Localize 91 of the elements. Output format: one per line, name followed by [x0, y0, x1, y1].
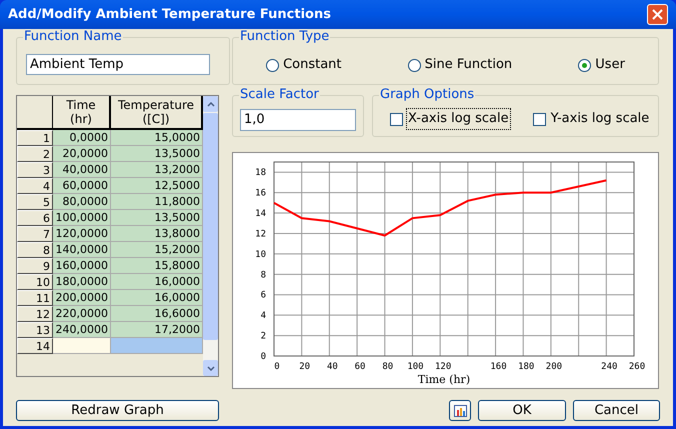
row-header: 4: [17, 178, 53, 194]
x-tick-label: 180: [518, 362, 534, 372]
scroll-up-button[interactable]: [203, 96, 218, 112]
table-cell: 100,0000: [53, 210, 111, 226]
row-header: 11: [17, 290, 53, 306]
row-header: 2: [17, 146, 53, 162]
x-tick-label: 0: [274, 362, 280, 372]
table-cell: 80,0000: [53, 194, 111, 210]
scroll-down-button[interactable]: [203, 360, 218, 376]
y-tick-label: 6: [260, 290, 266, 301]
row-header: 8: [17, 242, 53, 258]
row-header: 14: [17, 338, 53, 354]
row-header: 1: [17, 130, 53, 146]
scroll-thumb[interactable]: [203, 113, 218, 340]
row-header: 5: [17, 194, 53, 210]
radio-option[interactable]: User: [578, 55, 625, 75]
y-tick-label: 14: [255, 209, 266, 220]
table-cell: 13,5000: [111, 210, 203, 226]
bar-chart-icon: [454, 404, 466, 416]
table-cell: 180,0000: [53, 274, 111, 290]
y-tick-label: 4: [260, 311, 266, 322]
row-header: 7: [17, 226, 53, 242]
table-cell: 16,0000: [111, 274, 203, 290]
x-tick-label: 40: [326, 362, 338, 372]
table-cell: 13,8000: [111, 226, 203, 242]
y-tick-label: 18: [255, 168, 266, 178]
radio-button[interactable]: [266, 58, 280, 72]
table-cell: 16,0000: [111, 290, 203, 306]
scrollbar[interactable]: [203, 96, 218, 376]
y-tick-label: 2: [260, 332, 266, 342]
x-tick-label: 60: [354, 362, 366, 372]
row-header: 9: [17, 258, 53, 274]
x-tick-label: 160: [490, 362, 507, 372]
x-tick-label: 20: [299, 362, 310, 372]
table-cell: 0,0000: [53, 130, 111, 146]
checkbox[interactable]: [390, 112, 403, 126]
x-tick-label: 100: [407, 362, 424, 372]
table-cell: 15,2000: [111, 242, 203, 258]
down-caret-icon: [206, 366, 214, 370]
y-tick-label: 8: [260, 270, 266, 280]
y-tick-label: 10: [255, 250, 266, 260]
x-tick-label: 200: [546, 362, 562, 372]
table-cell: 160,0000: [53, 258, 111, 274]
window-title: Add/Modify Ambient Temperature Functions: [8, 6, 331, 24]
column-header: Time (hr): [53, 96, 111, 128]
table-cell: 60,0000: [53, 178, 111, 194]
table-cell: 13,5000: [111, 146, 203, 162]
x-tick-label: 240: [601, 362, 618, 372]
table-cell: 140,0000: [53, 242, 111, 258]
radio-button[interactable]: [408, 58, 421, 72]
group-label: Graph Options: [379, 87, 476, 103]
ok-button[interactable]: OK: [478, 400, 566, 421]
table-cell: 240,0000: [53, 322, 111, 338]
close-icon: [652, 9, 663, 20]
x-tick-label: 260: [628, 362, 646, 372]
redraw-graph-button[interactable]: Redraw Graph: [16, 400, 219, 421]
table-cell: 15,8000: [111, 258, 203, 274]
chart-button[interactable]: [449, 400, 471, 421]
row-header: 12: [17, 306, 53, 322]
y-tick-label: 12: [255, 229, 266, 240]
x-axis-title: Time (hr): [418, 373, 470, 386]
function-name-field[interactable]: Ambient Temp: [26, 54, 210, 75]
radio-option[interactable]: Sine Function: [408, 55, 512, 75]
y-tick-label: 0: [260, 352, 266, 362]
table-cell: 17,2000: [111, 322, 203, 338]
radio-button[interactable]: [578, 58, 592, 72]
x-tick-label: 120: [435, 362, 452, 372]
row-header: 10: [17, 274, 53, 290]
table-cell: 20,0000: [53, 146, 111, 162]
row-header: 3: [17, 162, 53, 178]
cancel-button[interactable]: Cancel: [573, 400, 660, 421]
table-cell: 15,0000: [111, 130, 203, 146]
checkbox[interactable]: [532, 112, 546, 126]
group-label: Function Type: [239, 29, 330, 45]
up-caret-icon: [206, 102, 214, 106]
row-header: 6: [17, 210, 53, 226]
table-cell: 120,0000: [53, 226, 111, 242]
checkbox-option[interactable]: Y-axis log scale: [532, 109, 652, 129]
table-cell: 13,2000: [111, 162, 203, 178]
close-button[interactable]: [647, 4, 668, 25]
table-cell: 40,0000: [53, 162, 111, 178]
y-tick-label: 16: [255, 188, 266, 199]
table-cell: 16,6000: [111, 306, 203, 322]
radio-option[interactable]: Constant: [266, 55, 342, 75]
row-header: 13: [17, 322, 53, 338]
x-tick-label: 80: [382, 362, 394, 372]
table-cell: 11,8000: [111, 194, 203, 210]
table-cell: 12,5000: [111, 178, 203, 194]
table-cell: 200,0000: [53, 290, 111, 306]
scale-factor-field[interactable]: 1,0: [240, 108, 356, 130]
table-cell: 220,0000: [53, 306, 111, 322]
